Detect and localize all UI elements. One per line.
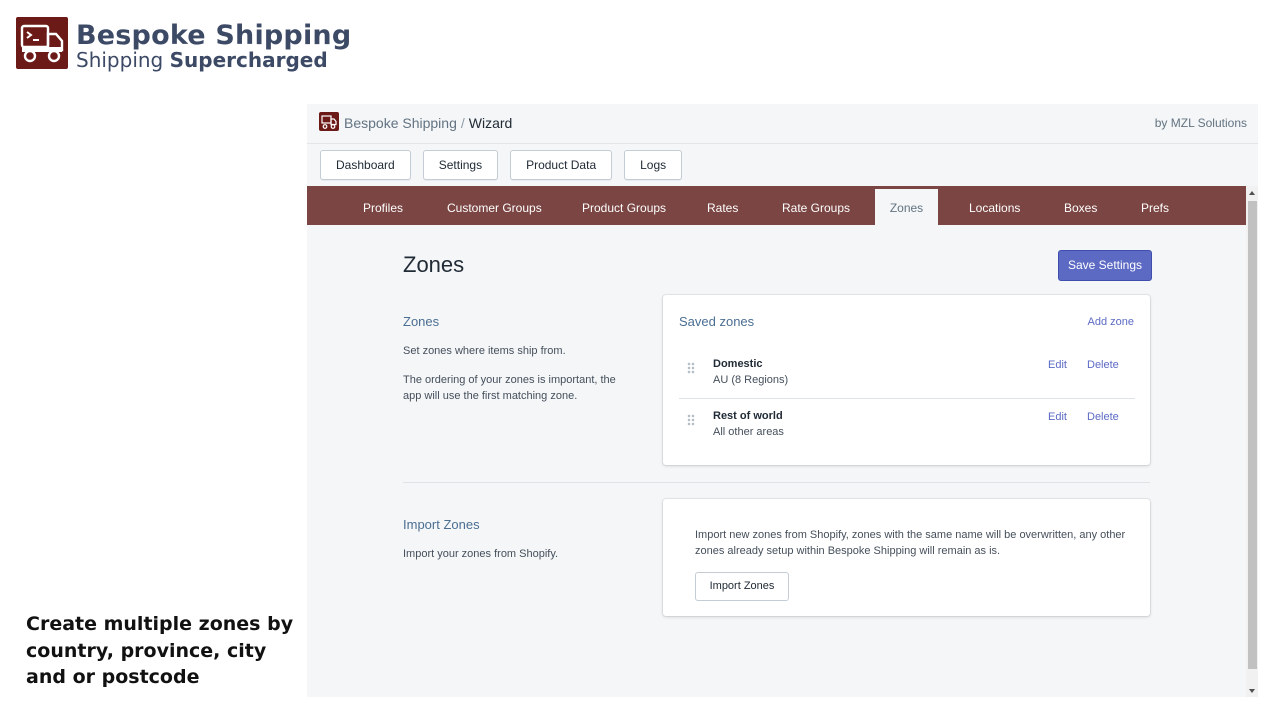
import-zones-button[interactable]: Import Zones xyxy=(695,572,789,601)
tab-rate-groups[interactable]: Rate Groups xyxy=(782,186,850,225)
byline: by MZL Solutions xyxy=(1154,116,1247,130)
section-divider xyxy=(403,482,1150,483)
brand-title: Bespoke Shipping xyxy=(76,20,352,51)
scroll-thumb[interactable] xyxy=(1248,201,1257,669)
brand-subtitle-prefix: Shipping xyxy=(76,48,164,72)
tab-rates[interactable]: Rates xyxy=(707,186,738,225)
delete-zone-link[interactable]: Delete xyxy=(1087,411,1119,423)
vertical-scrollbar[interactable] xyxy=(1246,186,1258,697)
zone-description: All other areas xyxy=(713,426,784,438)
tab-bar: Profiles Customer Groups Product Groups … xyxy=(307,186,1246,225)
tab-prefs[interactable]: Prefs xyxy=(1141,186,1169,225)
app-header: Bespoke Shipping / Wizard by MZL Solutions xyxy=(307,104,1258,144)
edit-zone-link[interactable]: Edit xyxy=(1048,359,1067,371)
zone-name: Rest of world xyxy=(713,410,783,422)
breadcrumb: Bespoke Shipping / Wizard xyxy=(344,115,512,131)
edit-zone-link[interactable]: Edit xyxy=(1048,411,1067,423)
app-truck-icon xyxy=(319,112,339,131)
tab-product-groups[interactable]: Product Groups xyxy=(582,186,666,225)
tab-customer-groups[interactable]: Customer Groups xyxy=(447,186,542,225)
tab-boxes[interactable]: Boxes xyxy=(1064,186,1097,225)
dashboard-button[interactable]: Dashboard xyxy=(320,150,411,180)
import-description: Import new zones from Shopify, zones wit… xyxy=(695,529,1126,557)
import-section-heading: Import Zones xyxy=(403,517,480,532)
drag-handle-icon[interactable] xyxy=(687,362,695,374)
zones-section-heading: Zones xyxy=(403,314,440,329)
truck-icon xyxy=(20,24,64,63)
page-title: Zones xyxy=(403,252,465,277)
logs-button[interactable]: Logs xyxy=(624,150,683,180)
zones-section-text-1: Set zones where items ship from. xyxy=(403,345,566,357)
brand-subtitle: Shipping Supercharged xyxy=(76,48,328,72)
zone-divider xyxy=(679,398,1135,399)
tab-zones[interactable]: Zones xyxy=(875,189,938,225)
tab-profiles[interactable]: Profiles xyxy=(363,186,403,225)
zone-name: Domestic xyxy=(713,358,763,370)
brand-subtitle-strong: Supercharged xyxy=(169,48,328,72)
drag-handle-icon[interactable] xyxy=(687,414,695,426)
app-window: Bespoke Shipping / Wizard by MZL Solutions… xyxy=(307,104,1258,697)
saved-zones-title: Saved zones xyxy=(679,314,755,329)
breadcrumb-app-link[interactable]: Bespoke Shipping xyxy=(344,115,457,131)
zone-description: AU (8 Regions) xyxy=(713,374,789,386)
import-zones-card: Import new zones from Shopify, zones wit… xyxy=(663,499,1150,616)
tab-locations[interactable]: Locations xyxy=(969,186,1020,225)
delete-zone-link[interactable]: Delete xyxy=(1087,359,1119,371)
scroll-up-arrow-icon[interactable] xyxy=(1249,191,1255,195)
import-section-text: Import your zones from Shopify. xyxy=(403,548,559,560)
toolbar: Dashboard Settings Product Data Logs xyxy=(320,150,683,180)
breadcrumb-separator: / xyxy=(460,115,465,131)
saved-zones-card: Saved zones Add zone Domestic AU (8 Regi… xyxy=(663,295,1150,465)
settings-button[interactable]: Settings xyxy=(422,150,499,180)
feature-caption: Create multiple zones by country, provin… xyxy=(26,613,294,688)
add-zone-link[interactable]: Add zone xyxy=(1088,316,1134,328)
save-settings-button[interactable]: Save Settings xyxy=(1058,250,1152,281)
product-data-button[interactable]: Product Data xyxy=(510,150,613,180)
scroll-down-arrow-icon[interactable] xyxy=(1249,689,1255,693)
zones-section-text-2: The ordering of your zones is important,… xyxy=(403,374,616,402)
breadcrumb-current: Wizard xyxy=(468,115,513,131)
brand-logo xyxy=(16,17,68,69)
